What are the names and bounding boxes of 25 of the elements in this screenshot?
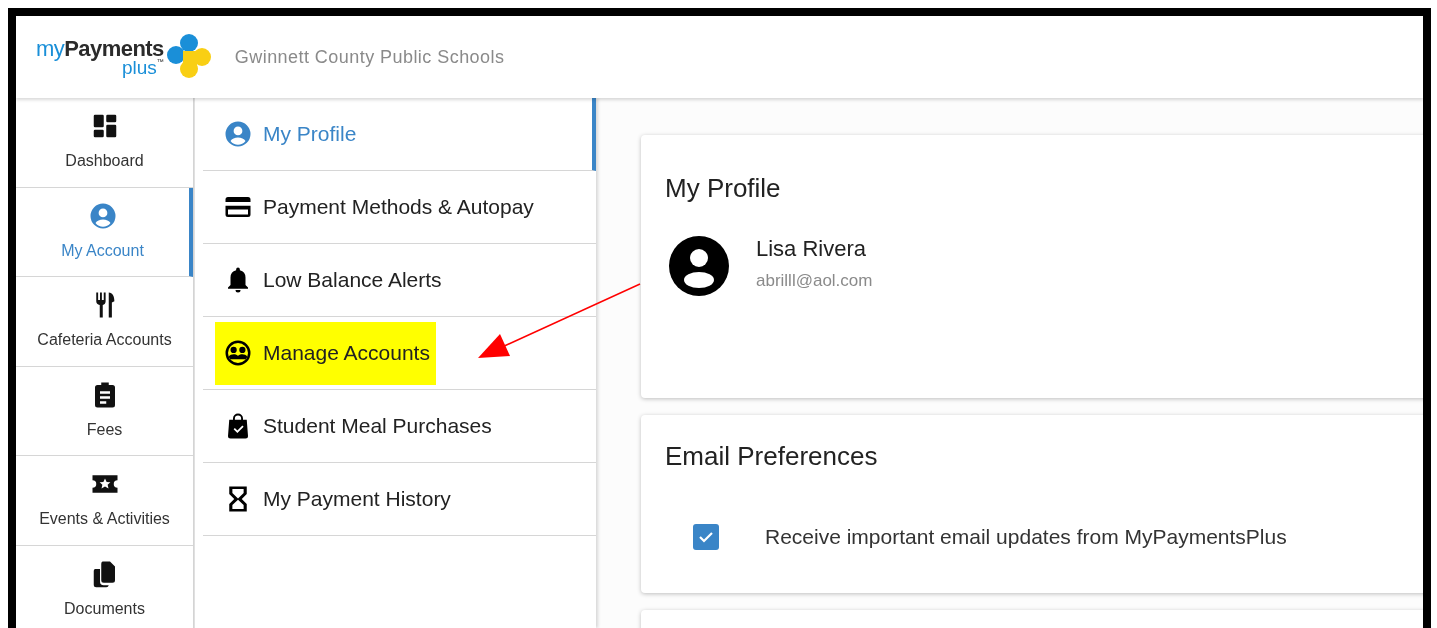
menu-item[interactable]: Manage Accounts <box>215 321 436 385</box>
user-email: abrilll@aol.com <box>756 272 873 289</box>
logo-text: plus <box>121 57 157 77</box>
checkbox-label: Receive important email updates from MyPaymentsPlus <box>765 524 1287 550</box>
nav-item[interactable]: Cafeteria Accounts <box>16 277 193 367</box>
logo-icon <box>164 33 213 81</box>
account-icon <box>223 119 253 149</box>
nav-item[interactable]: Documents <box>16 545 193 628</box>
checkbox[interactable] <box>693 523 719 550</box>
menu-item[interactable]: My Payment History <box>215 467 457 531</box>
card-title: My Profile <box>665 175 782 201</box>
logo-text: Payments <box>64 37 164 60</box>
nav-item[interactable]: Events & Activities <box>16 456 193 546</box>
nav-item[interactable]: Fees <box>16 366 193 456</box>
user-name: Lisa Rivera <box>756 238 868 260</box>
nav-item[interactable]: Dashboard <box>16 98 193 188</box>
menu-item[interactable]: Student Meal Purchases <box>215 394 498 458</box>
menu-item[interactable]: Low Balance Alerts <box>215 248 448 312</box>
district-name: Gwinnett County Public Schools <box>234 45 505 69</box>
logo-text: my <box>36 37 65 60</box>
card-title: Email Preferences <box>665 443 879 469</box>
avatar-icon <box>669 236 729 296</box>
group-icon <box>223 338 253 368</box>
menu-item[interactable]: My Profile <box>215 102 363 166</box>
menu-item[interactable]: Payment Methods & Autopay <box>215 175 540 239</box>
